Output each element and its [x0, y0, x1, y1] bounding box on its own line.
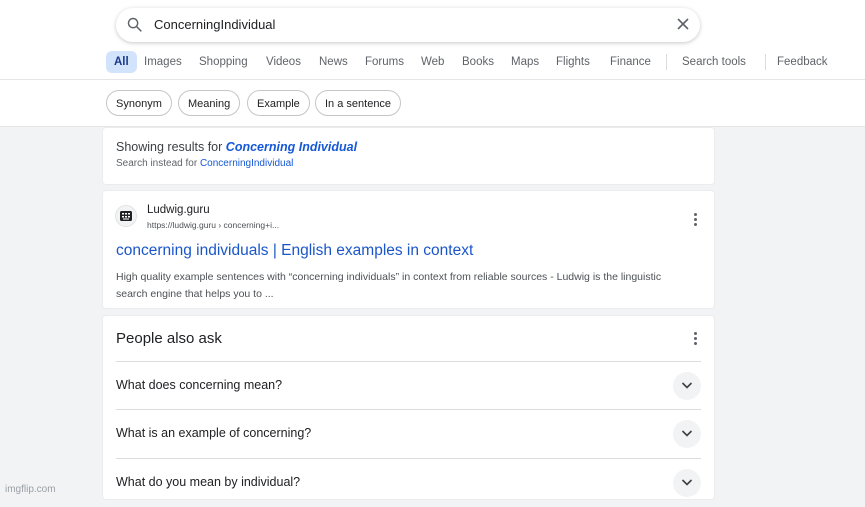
keyboard-icon: [115, 205, 137, 227]
paa-question[interactable]: What do you mean by individual?: [116, 458, 701, 507]
result-site-name[interactable]: Ludwig.guru: [147, 204, 210, 216]
search-instead-line: Search instead for ConcerningIndividual: [116, 158, 293, 169]
refinement-chips: Synonym Meaning Example In a sentence: [0, 80, 865, 127]
result-url[interactable]: https://ludwig.guru › concerning+i...: [147, 220, 279, 230]
people-also-ask-title: People also ask: [116, 330, 222, 347]
corrected-query-link[interactable]: Concerning Individual: [226, 140, 357, 154]
showing-results-line: Showing results for Concerning Individua…: [116, 140, 357, 154]
close-icon[interactable]: [676, 17, 690, 36]
tab-divider: [666, 54, 667, 70]
tab-divider: [765, 54, 766, 70]
instead-prefix: Search instead for: [116, 158, 198, 169]
paa-question-text: What does concerning mean?: [116, 378, 283, 392]
chip-meaning[interactable]: Meaning: [178, 90, 241, 116]
chevron-down-icon[interactable]: [673, 420, 701, 448]
tab-news[interactable]: News: [319, 51, 348, 73]
spelling-correction-card: Showing results for Concerning Individua…: [103, 128, 714, 184]
showing-prefix: Showing results for: [116, 140, 223, 154]
paa-question[interactable]: What does concerning mean?: [116, 361, 701, 410]
original-query-link[interactable]: ConcerningIndividual: [200, 158, 293, 169]
search-result: Ludwig.guru https://ludwig.guru › concer…: [103, 191, 714, 308]
search-tools-button[interactable]: Search tools: [682, 51, 746, 73]
tab-forums[interactable]: Forums: [365, 51, 404, 73]
people-also-ask: People also ask What does concerning mea…: [103, 316, 714, 499]
tab-web[interactable]: Web: [421, 51, 444, 73]
tab-images[interactable]: Images: [144, 51, 182, 73]
paa-question-text: What do you mean by individual?: [116, 475, 301, 489]
tab-flights[interactable]: Flights: [556, 51, 590, 73]
tab-videos[interactable]: Videos: [266, 51, 301, 73]
paa-question-text: What is an example of concerning?: [116, 426, 312, 440]
chip-synonym[interactable]: Synonym: [106, 90, 172, 116]
search-box[interactable]: ConcerningIndividual: [116, 8, 700, 42]
tab-maps[interactable]: Maps: [511, 51, 539, 73]
chevron-down-icon[interactable]: [673, 372, 701, 400]
chevron-down-icon[interactable]: [673, 469, 701, 497]
feedback-link[interactable]: Feedback: [777, 51, 828, 73]
paa-question[interactable]: What is an example of concerning?: [116, 409, 701, 458]
search-icon[interactable]: [126, 16, 143, 38]
chip-example[interactable]: Example: [247, 90, 310, 116]
more-options-icon[interactable]: [694, 213, 698, 228]
tab-shopping[interactable]: Shopping: [199, 51, 248, 73]
top-bar: ConcerningIndividual All Images Shopping…: [0, 0, 865, 80]
watermark: imgflip.com: [5, 484, 56, 495]
more-options-icon[interactable]: [694, 332, 698, 347]
search-input[interactable]: ConcerningIndividual: [154, 17, 275, 32]
tab-all[interactable]: All: [106, 51, 137, 73]
tab-finance[interactable]: Finance: [610, 51, 651, 73]
result-snippet: High quality example sentences with “con…: [116, 271, 662, 300]
tab-books[interactable]: Books: [462, 51, 494, 73]
result-title-link[interactable]: concerning individuals | English example…: [116, 242, 473, 260]
chip-in-a-sentence[interactable]: In a sentence: [315, 90, 402, 116]
